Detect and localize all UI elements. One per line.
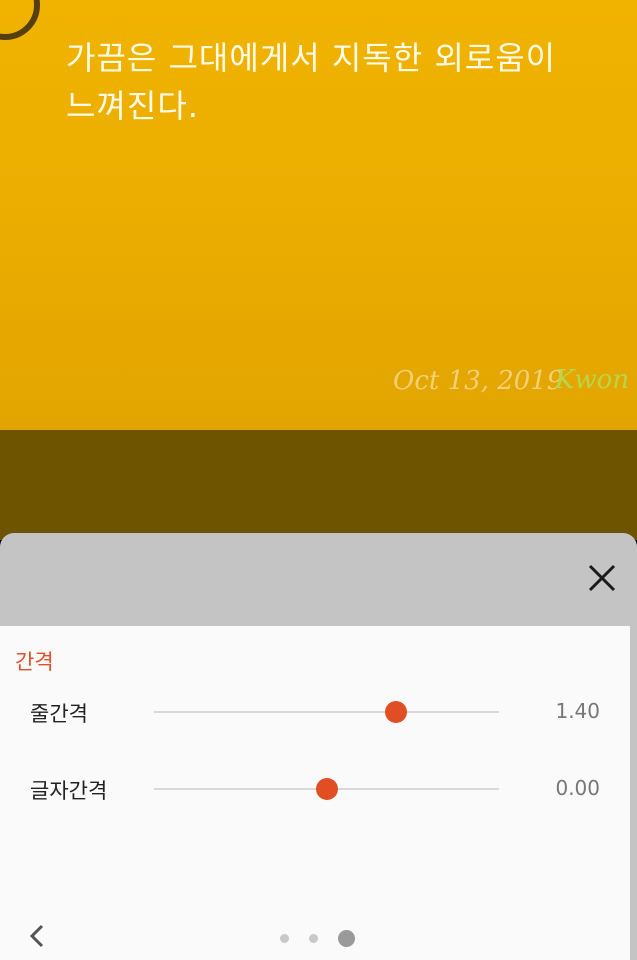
- page-indicator: [280, 928, 360, 948]
- quote-card: 가끔은 그대에게서 지독한 외로움이 느껴진다. Oct 13, 2019 Kw…: [0, 0, 637, 430]
- dimmed-overlay: [0, 430, 637, 540]
- letter-spacing-row: 글자간격 0.00: [0, 769, 630, 809]
- card-date: Oct 13, 2019: [393, 366, 564, 396]
- line-spacing-label: 줄간격: [30, 702, 88, 726]
- line-spacing-value: 1.40: [555, 699, 600, 723]
- section-title: 간격: [15, 650, 54, 674]
- spacing-panel: 간격 줄간격 1.40 글자간격 0.00: [0, 626, 630, 960]
- panel-edge: [630, 626, 637, 960]
- line-spacing-row: 줄간격 1.40: [0, 692, 630, 732]
- page-dot-2[interactable]: [309, 933, 318, 943]
- page-dot-1[interactable]: [280, 933, 289, 943]
- letter-spacing-label: 글자간격: [30, 779, 108, 803]
- page-dot-3[interactable]: [338, 929, 355, 947]
- sheet-header: [0, 533, 637, 626]
- card-signature: Kwon: [555, 365, 630, 395]
- card-corner-decoration: [0, 0, 40, 40]
- chevron-left-icon: [29, 924, 44, 948]
- back-button[interactable]: [24, 922, 52, 950]
- quote-text: 가끔은 그대에게서 지독한 외로움이 느껴진다.: [66, 39, 557, 125]
- letter-spacing-slider-thumb[interactable]: [315, 778, 338, 800]
- close-icon: [588, 564, 616, 592]
- letter-spacing-value: 0.00: [555, 776, 600, 800]
- close-button[interactable]: [585, 561, 619, 595]
- line-spacing-track[interactable]: [154, 711, 499, 713]
- line-spacing-slider-thumb[interactable]: [384, 701, 407, 723]
